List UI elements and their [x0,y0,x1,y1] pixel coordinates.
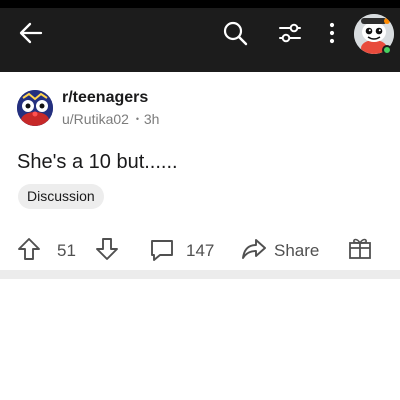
arrow-left-icon[interactable] [18,20,44,46]
vote-count: 51 [57,241,76,260]
meta-separator: • [135,114,139,124]
share-label[interactable]: Share [274,241,319,261]
vertical-ellipsis-icon[interactable] [327,21,337,45]
share-icon[interactable] [241,236,267,262]
author-link[interactable]: u/Rutika02 [62,111,129,127]
gift-icon[interactable] [348,236,372,260]
post-meta: u/Rutika02 • 3h [62,111,159,127]
top-app-bar [0,0,400,72]
post-age: 3h [143,111,160,127]
comments-area [0,279,400,400]
sliders-icon[interactable] [277,21,303,45]
flair-badge[interactable]: Discussion [18,184,104,209]
user-avatar[interactable] [354,14,394,55]
search-icon[interactable] [222,20,248,46]
online-status-indicator [382,45,392,55]
subreddit-icon[interactable] [17,90,53,126]
downvote-icon[interactable] [95,237,119,261]
comment-icon[interactable] [149,237,175,263]
post-card[interactable]: r/teenagers u/Rutika02 • 3h She's a 10 b… [0,72,400,270]
post-title[interactable]: She's a 10 but...... [17,151,178,174]
feed-divider [0,270,400,279]
post-actions-bar: 51 147 Share [0,232,400,266]
comment-count[interactable]: 147 [186,241,214,261]
post-screen: r/teenagers u/Rutika02 • 3h She's a 10 b… [0,0,400,400]
subreddit-name[interactable]: r/teenagers [62,89,148,107]
upvote-icon[interactable] [17,237,41,261]
